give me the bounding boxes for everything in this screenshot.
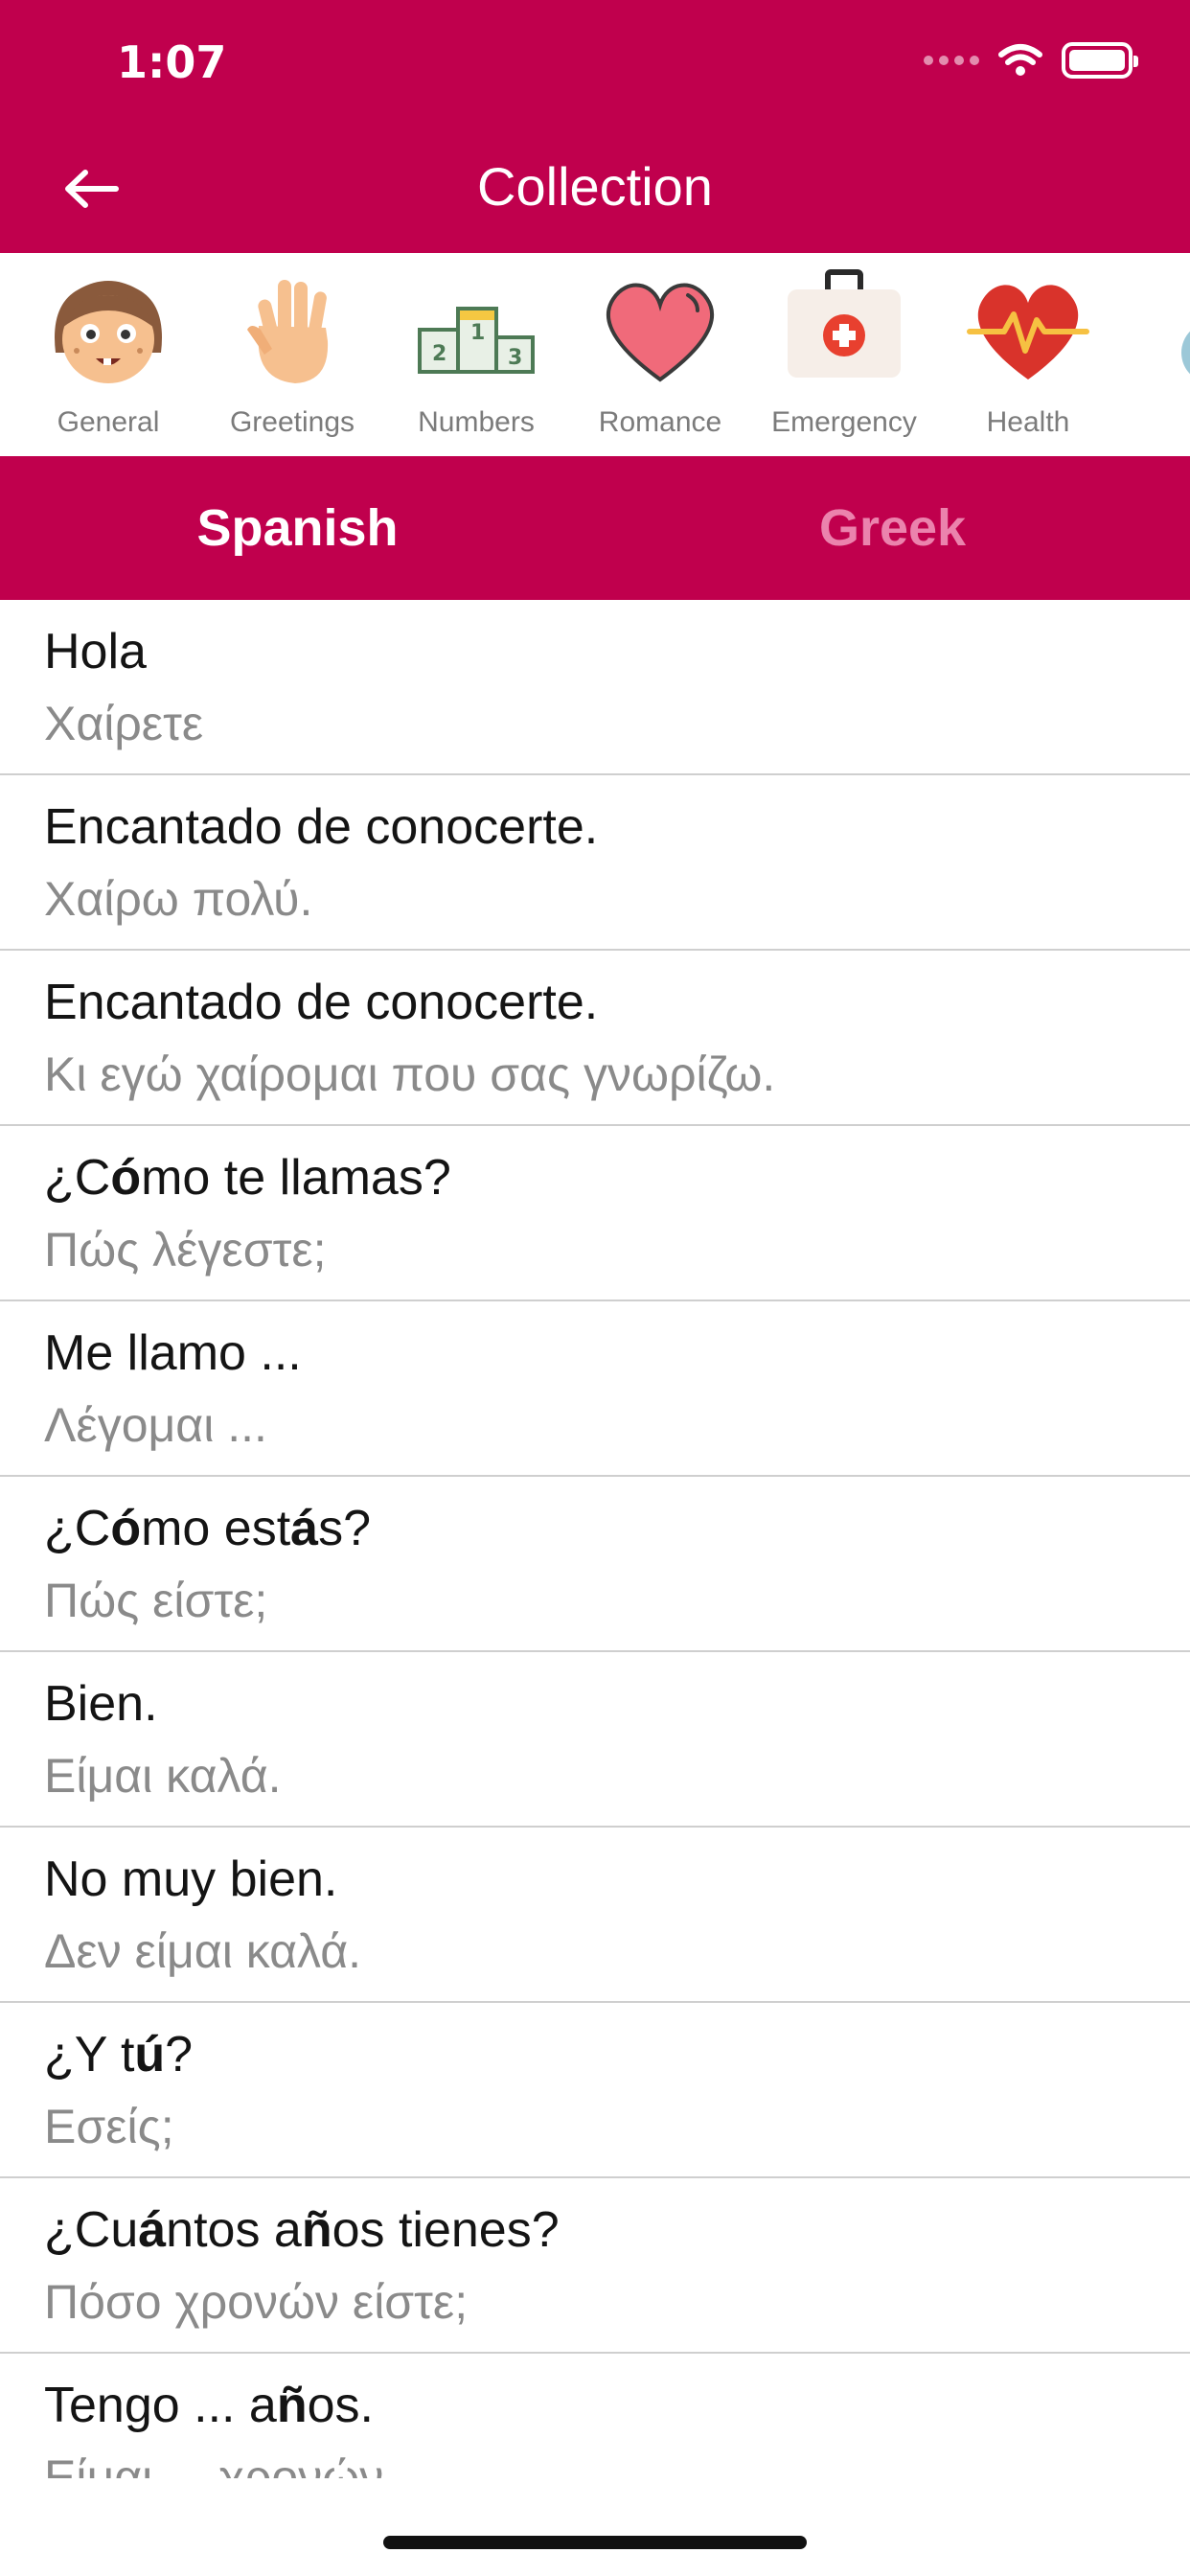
phrase-text: ¿Y t (44, 2027, 135, 2082)
battery-icon (1062, 42, 1138, 79)
category-health[interactable]: Health (936, 266, 1120, 439)
phrase-text: Hola (44, 624, 147, 679)
phrase-text: ¿C (44, 1501, 111, 1556)
phrase-source: Tengo ... años. (44, 2369, 1190, 2442)
phrase-row[interactable]: ¿Cuántos años tienes? Πόσο χρονών είστε; (0, 2178, 1190, 2354)
phrase-text: Tengo ... a (44, 2378, 277, 2433)
heart-icon (606, 283, 715, 382)
phrase-text: Bien. (44, 1676, 158, 1732)
phrase-source: ¿Y tú? (44, 2018, 1190, 2091)
phrase-accent: ñ (276, 2378, 308, 2433)
phrase-translation: Χαίρω πολύ. (44, 872, 313, 926)
girl-face-icon (55, 281, 162, 383)
status-time: 1:07 (117, 36, 227, 88)
phrase-text: mo te llamas? (141, 1150, 451, 1206)
category-label: Health (986, 406, 1070, 438)
home-indicator (383, 2536, 807, 2549)
phrase-row[interactable]: Hola Χαίρετε (0, 600, 1190, 775)
category-label: Romance (598, 406, 722, 438)
category-label: General (57, 406, 160, 438)
first-aid-kit-icon (788, 269, 901, 378)
phrase-source: ¿Cómo te llamas? (44, 1141, 1190, 1214)
phrase-translation: Κι εγώ χαίρομαι που σας γνωρίζω. (44, 1047, 776, 1101)
phrase-source: Me llamo ... (44, 1317, 1190, 1390)
phrase-translation: Πώς λέγεστε; (44, 1223, 327, 1276)
phrase-text: No muy bien. (44, 1852, 338, 1907)
category-strip: General Greetings 2 1 3 Numbers Romance … (0, 253, 1190, 456)
phrase-source: ¿Cómo estás? (44, 1492, 1190, 1565)
phrase-row[interactable]: ¿Cómo te llamas? Πώς λέγεστε; (0, 1126, 1190, 1301)
phrase-row[interactable]: Bien. Είμαι καλά. (0, 1652, 1190, 1828)
phrase-source: Encantado de conocerte. (44, 791, 1190, 863)
phrase-text: mo est (141, 1501, 291, 1556)
phrase-accent: ó (110, 1150, 142, 1206)
category-label: Emergency (771, 406, 917, 438)
phrase-translation: Πόσο χρονών είστε; (44, 2275, 469, 2329)
phrase-list: Hola Χαίρετε Encantado de conocerte. Χαίρω … (0, 600, 1190, 2478)
phrase-row[interactable]: ¿Cómo estás? Πώς είστε; (0, 1477, 1190, 1652)
phrase-text: ? (165, 2027, 194, 2082)
phrase-row[interactable]: Tengo ... años. Είμαι ... χρονών (0, 2354, 1190, 2478)
category-general[interactable]: General (16, 266, 200, 439)
category-emergency[interactable]: Emergency (752, 266, 936, 439)
page-title: Collection (477, 156, 713, 217)
category-weather[interactable]: We (1120, 266, 1190, 439)
phrase-row[interactable]: ¿Y tú? Εσείς; (0, 2003, 1190, 2178)
phrase-translation: Δεν είμαι καλά. (44, 1924, 362, 1978)
phrase-translation: Είμαι καλά. (44, 1749, 282, 1803)
phrase-accent: ñ (301, 2202, 332, 2258)
weather-icon (1181, 331, 1190, 375)
status-icons (924, 42, 1138, 79)
signal-icon (924, 56, 979, 65)
tab-greek[interactable]: Greek (595, 456, 1190, 600)
phrase-text: ntos a (166, 2202, 302, 2258)
phrase-source: ¿Cuántos años tienes? (44, 2194, 1190, 2266)
phrase-row[interactable]: Encantado de conocerte. Κι εγώ χαίρομαι π… (0, 951, 1190, 1126)
phrase-text: Encantado de conocerte. (44, 975, 599, 1030)
phrase-translation: Εσείς; (44, 2100, 174, 2153)
phrase-text: s? (318, 1501, 371, 1556)
phrase-translation: Χαίρετε (44, 697, 204, 750)
phrase-row[interactable]: Me llamo ... Λέγομαι ... (0, 1301, 1190, 1477)
category-label: Numbers (418, 406, 535, 438)
phrase-source: Bien. (44, 1668, 1190, 1740)
podium-icon: 2 1 3 (418, 307, 535, 374)
phrase-translation: Πώς είστε; (44, 1574, 268, 1627)
language-bar: Spanish Greek (0, 456, 1190, 600)
phrase-text: ¿C (44, 1150, 111, 1206)
phrase-accent: á (290, 1501, 319, 1556)
category-numbers[interactable]: 2 1 3 Numbers (384, 266, 568, 439)
phrase-translation: Είμαι ... χρονών (44, 2450, 384, 2478)
phrase-accent: á (138, 2202, 167, 2258)
phrase-text: ¿Cu (44, 2202, 139, 2258)
phrase-row[interactable]: No muy bien. Δεν είμαι καλά. (0, 1828, 1190, 2003)
category-romance[interactable]: Romance (568, 266, 752, 439)
phrase-text: Me llamo ... (44, 1325, 302, 1381)
phrase-source: Encantado de conocerte. (44, 966, 1190, 1039)
phrase-source: No muy bien. (44, 1843, 1190, 1916)
waving-hand-icon (247, 280, 329, 383)
svg-text:2: 2 (432, 342, 446, 366)
category-label: We (1120, 406, 1190, 439)
phrase-source: Hola (44, 615, 1190, 688)
wifi-icon (998, 44, 1042, 76)
phrase-accent: ú (134, 2027, 166, 2082)
category-label: Greetings (229, 406, 355, 438)
phrase-text: os tienes? (332, 2202, 560, 2258)
phrase-translation: Λέγομαι ... (44, 1398, 267, 1452)
svg-text:1: 1 (470, 321, 485, 345)
svg-text:3: 3 (508, 346, 522, 370)
phrase-text: os. (307, 2378, 374, 2433)
category-greetings[interactable]: Greetings (200, 266, 384, 439)
phrase-accent: ó (110, 1501, 142, 1556)
heartbeat-icon (967, 285, 1089, 380)
tab-spanish[interactable]: Spanish (0, 456, 595, 600)
app-header: 1:07 Collection (0, 0, 1190, 253)
phrase-row[interactable]: Encantado de conocerte. Χαίρω πολύ. (0, 775, 1190, 951)
phrase-text: Encantado de conocerte. (44, 799, 599, 855)
